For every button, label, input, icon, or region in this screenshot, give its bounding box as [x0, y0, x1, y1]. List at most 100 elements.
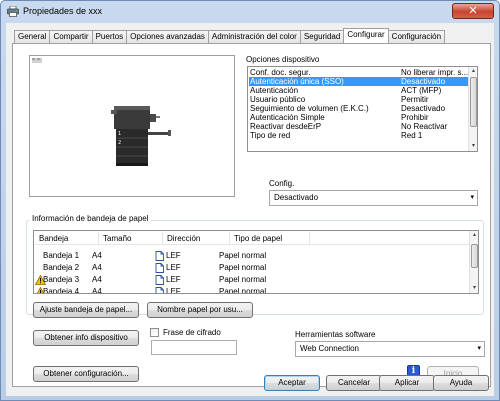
tab-administración-del-color[interactable]: Administración del color: [207, 30, 301, 43]
config-select[interactable]: Desactivado ▾: [269, 190, 478, 206]
device-option-name: Reactivar desdeErP: [250, 122, 322, 131]
tray-name: Bandeja 1: [43, 251, 80, 260]
device-option-name: Tipo de red: [250, 131, 291, 140]
tray-row[interactable]: Bandeja 4 A4 LEF Papel normal: [35, 287, 465, 294]
window-title: Propiedades de xxx: [23, 6, 103, 16]
tab-page-configurar: 1 2 Opciones dispositivo Tipo de red Red …: [12, 43, 491, 387]
tab-puertos[interactable]: Puertos: [91, 30, 128, 43]
config-select-value: Desactivado: [274, 193, 319, 202]
tray-direction: LEF: [166, 263, 181, 272]
paper-direction-icon: [155, 251, 164, 261]
encryption-label: Frase de cifrado: [163, 328, 221, 337]
tray-row[interactable]: Bandeja 2 A4 LEF Papel normal: [35, 263, 465, 273]
device-option-name: Autenticación: [250, 86, 299, 95]
device-options-list[interactable]: Tipo de red Red 1 Reactivar desdeErP No Rea…: [247, 66, 478, 152]
scroll-down-icon[interactable]: ▾: [470, 284, 478, 293]
tab-seguridad[interactable]: Seguridad: [299, 30, 345, 43]
device-preview: 1 2: [29, 55, 235, 197]
tab-compartir[interactable]: Compartir: [49, 30, 93, 43]
help-button[interactable]: Ayuda: [433, 375, 489, 391]
chevron-down-icon: ▾: [477, 345, 481, 352]
tray-row[interactable]: Bandeja 1 A4 LEF Papel normal: [35, 251, 465, 261]
device-option-row[interactable]: Reactivar desdeErP No Reactivar: [249, 122, 468, 131]
dialog-client: General Compartir Puertos Opciones avanzada…: [6, 23, 494, 396]
adjust-tray-button[interactable]: Ajuste bandeja de papel...: [33, 302, 139, 318]
title-bar[interactable]: Propiedades de xxx ✕: [1, 1, 499, 23]
tray-row[interactable]: Bandeja 3 A4 LEF Papel normal: [35, 275, 465, 285]
tab-configuración[interactable]: Configuración: [387, 30, 446, 43]
encryption-checkbox[interactable]: [150, 328, 159, 337]
paper-direction-icon: [155, 263, 164, 273]
tab-strip: General Compartir Puertos Opciones avanzada…: [14, 28, 446, 43]
device-option-row[interactable]: Conf. doc. segur. No liberar impr. s...: [249, 68, 468, 77]
device-option-row[interactable]: Autenticación ACT (MFP): [249, 86, 468, 95]
tray-table[interactable]: Bandeja Tamaño Dirección Tipo de papel Band…: [33, 230, 479, 294]
tray-table-header: Bandeja Tamaño Dirección Tipo de papel: [35, 232, 478, 245]
device-options-label: Opciones dispositivo: [246, 55, 320, 64]
software-select[interactable]: Web Connection ▾: [295, 341, 485, 357]
tray-table-scrollbar[interactable]: ▴ ▾: [469, 231, 478, 293]
software-select-value: Web Connection: [300, 344, 359, 353]
tray-name: Bandeja 3: [43, 275, 80, 284]
device-option-row[interactable]: Usuario público Permitir: [249, 95, 468, 104]
tray-paper-type: Papel normal: [219, 263, 267, 272]
get-device-info-button[interactable]: Obtener info dispositivo: [33, 330, 139, 346]
device-option-row[interactable]: Tipo de red Red 1: [249, 131, 468, 140]
device-option-value: No liberar impr. s...: [401, 68, 469, 77]
ok-button[interactable]: Aceptar: [264, 375, 320, 391]
device-option-name: Autenticación única (SSO): [250, 77, 344, 86]
encryption-input[interactable]: [151, 340, 237, 355]
tray-size: A4: [92, 251, 102, 260]
scroll-down-icon[interactable]: ▾: [469, 142, 477, 151]
tray-column-header[interactable]: Tamaño: [99, 232, 163, 245]
tab-opciones-avanzadas[interactable]: Opciones avanzadas: [126, 30, 209, 43]
tab-configurar[interactable]: Configurar: [343, 28, 389, 43]
device-option-value: No Reactivar: [401, 122, 448, 131]
tray-direction: LEF: [166, 275, 181, 284]
tray-column-header[interactable]: Dirección: [163, 232, 230, 245]
tray-direction: LEF: [166, 287, 181, 294]
config-label: Config.: [269, 179, 295, 188]
device-option-name: Seguimiento de volumen (E.K.C.): [250, 104, 369, 113]
device-option-value: Prohibir: [401, 113, 429, 122]
device-option-value: Red 1: [401, 131, 423, 140]
tray-paper-type: Papel normal: [219, 287, 267, 294]
device-option-name: Usuario público: [250, 95, 306, 104]
cancel-button[interactable]: Cancelar: [326, 375, 382, 391]
tray-name: Bandeja 2: [43, 263, 80, 272]
printer-icon: [7, 6, 19, 17]
user-paper-name-button[interactable]: Nombre papel por usu...: [147, 302, 253, 318]
software-label: Herramientas software: [295, 330, 376, 339]
device-option-row[interactable]: Autenticación única (SSO) Desactivado: [249, 77, 468, 86]
apply-button[interactable]: Aplicar: [379, 375, 435, 391]
device-options-scrollbar[interactable]: ▴ ▾: [468, 67, 477, 151]
device-option-row[interactable]: Seguimiento de volumen (E.K.C.) Desactiva…: [249, 104, 468, 113]
svg-text:2: 2: [118, 140, 121, 146]
scroll-up-icon[interactable]: ▴: [469, 67, 477, 76]
tray-column-header[interactable]: Tipo de papel: [230, 232, 310, 245]
tray-paper-type: Papel normal: [219, 251, 267, 260]
device-option-value: ACT (MFP): [401, 86, 442, 95]
get-config-button[interactable]: Obtener configuración...: [33, 366, 139, 382]
tab-general[interactable]: General: [14, 30, 51, 43]
device-option-value: Desactivado: [401, 104, 446, 113]
tray-paper-type: Papel normal: [219, 275, 267, 284]
tray-column-header[interactable]: Bandeja: [35, 232, 99, 245]
device-option-value: Permitir: [401, 95, 429, 104]
properties-window: Propiedades de xxx ✕ General Compartir Pue…: [0, 0, 500, 401]
scroll-thumb[interactable]: [470, 77, 477, 127]
printer-device-image: 1 2: [32, 58, 171, 166]
scroll-up-icon[interactable]: ▴: [470, 231, 478, 240]
tray-name: Bandeja 4: [43, 287, 80, 294]
scroll-thumb[interactable]: [471, 244, 478, 268]
chevron-down-icon: ▾: [470, 194, 474, 201]
paper-direction-icon: [155, 275, 164, 285]
tray-info-label: Información de bandeja de papel: [30, 214, 151, 223]
device-option-name: Autenticación Simple: [250, 113, 325, 122]
svg-text:1: 1: [118, 131, 121, 137]
device-option-name: Conf. doc. segur.: [250, 68, 311, 77]
tray-size: A4: [92, 287, 102, 294]
tray-size: A4: [92, 263, 102, 272]
close-button[interactable]: ✕: [452, 3, 494, 19]
device-option-row[interactable]: Autenticación Simple Prohibir: [249, 113, 468, 122]
